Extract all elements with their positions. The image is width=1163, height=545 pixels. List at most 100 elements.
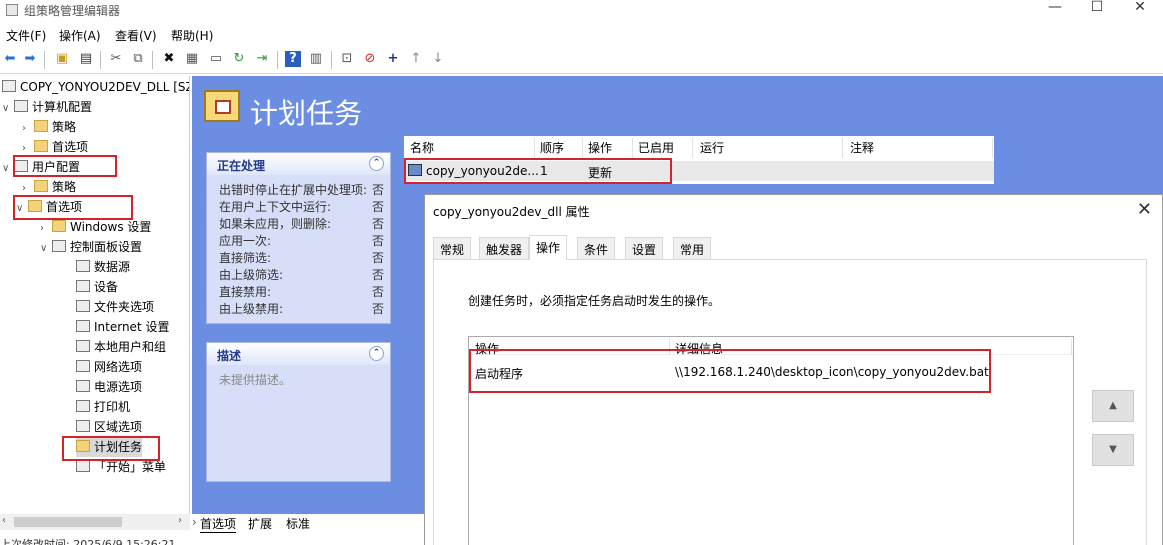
status-bar: 上次修改时间: 2025/6/9 15:26:21: [0, 538, 176, 545]
network-icon: [76, 360, 90, 372]
page-title: 计划任务: [250, 97, 363, 130]
print-icon[interactable]: ▭: [208, 51, 224, 67]
menu-action[interactable]: 操作(A): [59, 27, 101, 44]
tree-horizontal-scrollbar[interactable]: ‹ ›: [0, 514, 190, 530]
folder-icon: [34, 120, 48, 132]
maximize-button[interactable]: ☐: [1077, 0, 1117, 18]
chevron-right-icon[interactable]: ›: [22, 119, 34, 138]
move-down-icon[interactable]: ↓: [430, 51, 446, 67]
tree-node-power-options[interactable]: 电源选项: [76, 378, 142, 397]
tree-node-data-sources[interactable]: 数据源: [76, 258, 130, 277]
highlight-box: [469, 349, 991, 393]
actions-tab-panel: 创建任务时，必须指定任务启动时发生的操作。 操作 详细信息 启动程序 \\192…: [433, 259, 1147, 545]
column-header-comment[interactable]: 注释: [850, 139, 874, 156]
control-panel-icon: [52, 240, 66, 252]
properties-icon[interactable]: ▦: [184, 51, 200, 67]
collapse-icon[interactable]: ⌃: [369, 156, 384, 171]
highlight-box: [13, 195, 133, 220]
tab-conditions[interactable]: 条件: [577, 237, 616, 259]
show-hide-tree-icon[interactable]: ▤: [78, 51, 94, 67]
new-item-icon[interactable]: ⊡: [339, 51, 355, 67]
stop-icon[interactable]: ⊘: [362, 51, 378, 67]
app-icon: [6, 4, 18, 16]
processing-row: 由上级禁用: 否: [219, 302, 384, 316]
tab-extended[interactable]: 扩展: [248, 515, 272, 532]
column-header-order[interactable]: 顺序: [540, 139, 564, 156]
tree-node-regional-options[interactable]: 区域选项: [76, 418, 142, 437]
view-tabs: › 首选项 扩展 标准: [192, 514, 422, 533]
processing-row: 如果未应用，则删除: 否: [219, 217, 384, 231]
move-down-button[interactable]: ▼: [1092, 434, 1134, 466]
tree-node-printers[interactable]: 打印机: [76, 398, 130, 417]
tree-node-windows-settings[interactable]: › Windows 设置: [40, 218, 151, 237]
tree-node-computer-config[interactable]: ∨ 计算机配置: [2, 98, 92, 117]
tree-node-control-panel-settings[interactable]: ∨ 控制面板设置: [40, 238, 142, 257]
close-icon[interactable]: ✕: [1137, 199, 1152, 220]
tab-settings[interactable]: 设置: [625, 237, 664, 259]
menu-view[interactable]: 查看(V): [115, 27, 157, 44]
processing-panel-title: 正在处理 ⌃: [207, 153, 390, 175]
tree-node-local-users-groups[interactable]: 本地用户和组: [76, 338, 166, 357]
copy-icon[interactable]: ⧉: [130, 51, 146, 67]
processing-row: 由上级筛选: 否: [219, 268, 384, 282]
folder-icon: [34, 140, 48, 152]
delete-icon[interactable]: ✖: [161, 51, 177, 67]
toolbar: ⬅ ➡ ▣ ▤ ✂ ⧉ ✖ ▦ ▭ ↻ ⇥ ? ▥ ⊡ ⊘ + ↑ ↓: [0, 46, 1163, 74]
refresh-icon[interactable]: ↻: [231, 51, 247, 67]
tree-node-computer-policies[interactable]: › 策略: [22, 118, 76, 137]
tree-node-folder-options[interactable]: 文件夹选项: [76, 298, 154, 317]
computer-icon: [14, 100, 28, 112]
menu-help[interactable]: 帮助(H): [171, 27, 213, 44]
start-menu-icon: [76, 460, 90, 472]
processing-row: 应用一次: 否: [219, 234, 384, 248]
menu-file[interactable]: 文件(F): [6, 27, 46, 44]
tab-general[interactable]: 常规: [433, 237, 472, 259]
tree-root[interactable]: COPY_YONYOU2DEV_DLL [SZ: [2, 78, 189, 97]
menu-bar: 文件(F) 操作(A) 查看(V) 帮助(H): [0, 24, 1163, 44]
move-up-button[interactable]: ▲: [1092, 390, 1134, 422]
tab-common[interactable]: 常用: [673, 237, 712, 259]
minimize-button[interactable]: —: [1035, 0, 1075, 18]
processing-row: 直接筛选: 否: [219, 251, 384, 265]
close-window-button[interactable]: ✕: [1120, 0, 1160, 18]
tree-node-internet-settings[interactable]: Internet 设置: [76, 318, 169, 337]
scroll-left-icon[interactable]: ‹: [2, 515, 6, 526]
processing-row: 出错时停止在扩展中处理项: 否: [219, 183, 384, 197]
move-up-icon[interactable]: ↑: [408, 51, 424, 67]
folder-icon: [34, 180, 48, 192]
window-title: 组策略管理编辑器: [24, 4, 121, 18]
chevron-right-icon[interactable]: ›: [40, 219, 52, 238]
printer-icon: [76, 400, 90, 412]
up-folder-icon[interactable]: ▣: [54, 51, 70, 67]
highlight-box: [62, 436, 160, 461]
column-header-name[interactable]: 名称: [410, 139, 434, 156]
collapse-icon[interactable]: ⌃: [369, 346, 384, 361]
tree-node-devices[interactable]: 设备: [76, 278, 118, 297]
export-icon[interactable]: ⇥: [254, 51, 270, 67]
scrollbar-thumb[interactable]: [14, 517, 122, 527]
column-header-action[interactable]: 操作: [588, 139, 612, 156]
tab-standard[interactable]: 标准: [286, 515, 310, 532]
tab-triggers[interactable]: 触发器: [479, 237, 530, 259]
tabs-scroll-icon[interactable]: ›: [192, 515, 197, 529]
back-icon[interactable]: ⬅: [2, 51, 18, 67]
tab-preferences[interactable]: 首选项: [200, 515, 237, 533]
forward-icon[interactable]: ➡: [22, 51, 38, 67]
policy-doc-icon: [2, 80, 16, 92]
processing-row: 在用户上下文中运行: 否: [219, 200, 384, 214]
chevron-down-icon[interactable]: ∨: [40, 239, 52, 258]
data-source-icon: [76, 260, 90, 272]
chevron-down-icon[interactable]: ∨: [2, 99, 14, 118]
column-header-run[interactable]: 运行: [700, 139, 724, 156]
tab-actions[interactable]: 操作: [529, 235, 568, 260]
cut-icon[interactable]: ✂: [108, 51, 124, 67]
tree-node-network-options[interactable]: 网络选项: [76, 358, 142, 377]
column-header-enabled[interactable]: 已启用: [638, 139, 674, 156]
scroll-right-icon[interactable]: ›: [178, 515, 182, 526]
help-icon[interactable]: ?: [285, 51, 301, 67]
instruction-text: 创建任务时，必须指定任务启动时发生的操作。: [468, 294, 721, 308]
view-icon[interactable]: ▥: [308, 51, 324, 67]
processing-row: 直接禁用: 否: [219, 285, 384, 299]
globe-icon: [76, 320, 90, 332]
add-icon[interactable]: +: [385, 51, 401, 67]
